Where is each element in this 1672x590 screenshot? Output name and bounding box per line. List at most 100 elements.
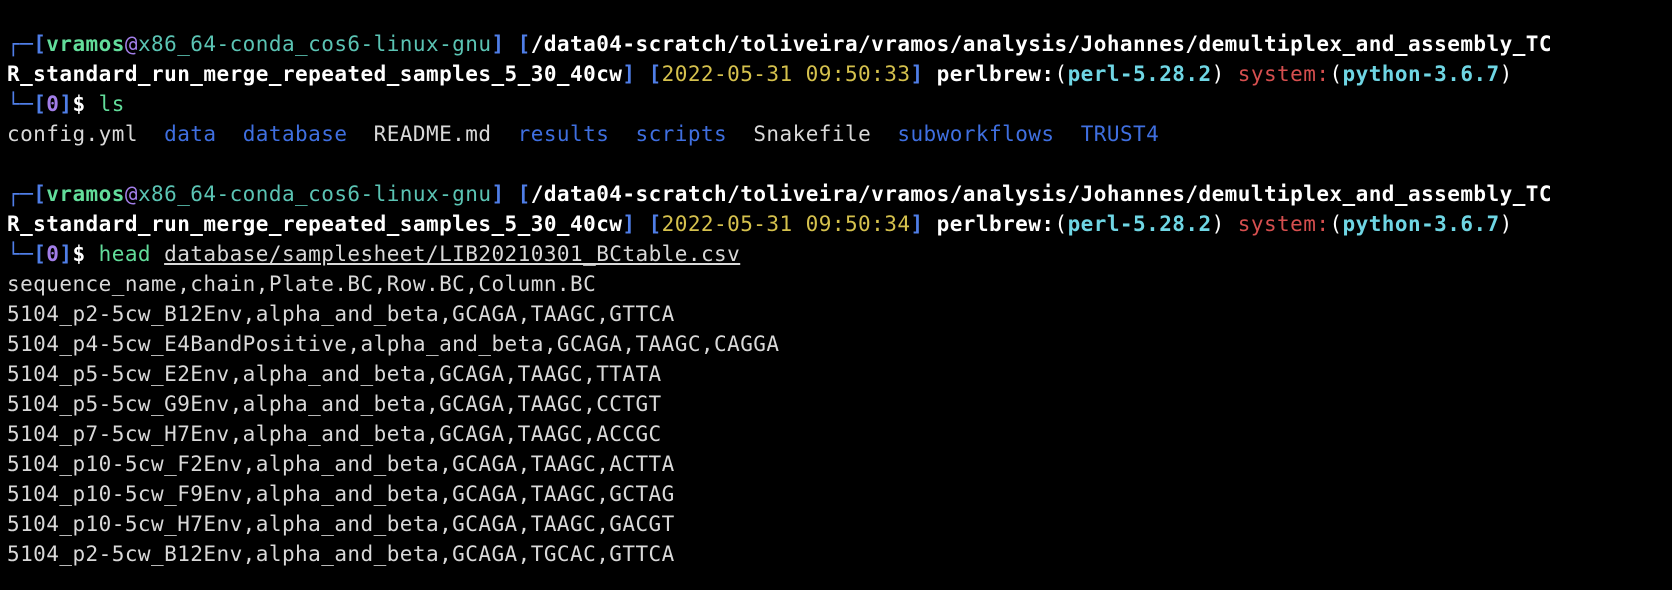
file-entry: config.yml [7,122,138,146]
box-corner-bottom: └─ [7,242,34,266]
open-bracket: [ [33,32,47,56]
box-corner-bottom: └─ [7,92,34,116]
prompt-at: @ [124,32,138,56]
csv-output-line: sequence_name,chain,Plate.BC,Row.BC,Colu… [7,272,597,296]
directory-entry: data [164,122,217,146]
open-bracket: [ [517,32,531,56]
file-entry: README.md [373,122,492,146]
separator [217,122,243,146]
close-paren: ) [1211,212,1225,236]
exit-code: 0 [46,242,60,266]
close-bracket: ] [910,212,924,236]
exit-code: 0 [46,92,60,116]
directory-entry: results [517,122,610,146]
prompt-datetime: 2022-05-31 09:50:34 [661,212,911,236]
separator [491,122,517,146]
close-bracket: ] [910,62,924,86]
prompt-datetime: 2022-05-31 09:50:33 [661,62,911,86]
prompt-dollar: $ [72,92,86,116]
csv-output-line: 5104_p5-5cw_G9Env,alpha_and_beta,GCAGA,T… [7,392,662,416]
separator [727,122,753,146]
file-entry: Snakefile [753,122,872,146]
python-version: python-3.6.7 [1342,212,1500,236]
prompt-line-1: ┌─[vramos@x86_64-conda_cos6-linux-gnu] [… [7,179,1672,209]
separator [1055,122,1081,146]
open-bracket: [ [33,92,47,116]
close-paren: ) [1499,62,1513,86]
perl-version: perl-5.28.2 [1067,62,1212,86]
close-bracket: ] [491,182,505,206]
box-corner-top: ┌─ [7,182,34,206]
prompt-user: vramos [46,182,125,206]
command-text[interactable]: head [99,242,151,266]
csv-output-line: 5104_p4-5cw_E4BandPositive,alpha_and_bet… [7,332,780,356]
command-text[interactable]: ls [99,92,125,116]
prompt-host: x86_64-conda_cos6-linux-gnu [137,182,492,206]
csv-output-line: 5104_p10-5cw_F9Env,alpha_and_beta,GCAGA,… [7,482,675,506]
open-bracket: [ [648,212,662,236]
directory-entry: scripts [635,122,728,146]
close-bracket: ] [491,32,505,56]
prompt-user: vramos [46,32,125,56]
prompt-line-2: R_standard_run_merge_repeated_samples_5_… [7,209,1672,239]
close-bracket: ] [622,62,636,86]
csv-output-line: 5104_p7-5cw_H7Env,alpha_and_beta,GCAGA,T… [7,422,662,446]
perl-version: perl-5.28.2 [1067,212,1212,236]
close-paren: ) [1499,212,1513,236]
python-version: python-3.6.7 [1342,62,1500,86]
directory-entry: database [242,122,348,146]
separator [138,122,164,146]
box-corner-top: ┌─ [7,32,34,56]
close-bracket: ] [622,212,636,236]
open-paren: ( [1329,62,1343,86]
prompt-line-1: ┌─[vramos@x86_64-conda_cos6-linux-gnu] [… [7,29,1672,59]
system-label: system: [1237,62,1330,86]
prompt-line-2: R_standard_run_merge_repeated_samples_5_… [7,59,1672,89]
prompt-command-line[interactable]: └─[0]$ head database/samplesheet/LIB2021… [7,239,1672,269]
open-bracket: [ [33,182,47,206]
close-paren: ) [1211,62,1225,86]
perlbrew-label: perlbrew: [936,212,1055,236]
close-bracket: ] [59,92,73,116]
separator [871,122,897,146]
close-bracket: ] [59,242,73,266]
prompt-path: /data04-scratch/toliveira/vramos/analysi… [530,32,1552,56]
open-paren: ( [1054,212,1068,236]
prompt-host: x86_64-conda_cos6-linux-gnu [137,32,492,56]
csv-output-line: 5104_p5-5cw_E2Env,alpha_and_beta,GCAGA,T… [7,362,662,386]
ls-output-line: config.yml data database README.md resul… [7,119,1672,149]
open-paren: ( [1054,62,1068,86]
csv-output-line: 5104_p2-5cw_B12Env,alpha_and_beta,GCAGA,… [7,302,675,326]
prompt-command-line[interactable]: └─[0]$ ls [7,89,1672,119]
open-bracket: [ [517,182,531,206]
separator [609,122,635,146]
prompt-at: @ [124,182,138,206]
prompt-path: /data04-scratch/toliveira/vramos/analysi… [530,182,1552,206]
directory-entry: TRUST4 [1080,122,1160,146]
open-bracket: [ [648,62,662,86]
prompt-path-continued: R_standard_run_merge_repeated_samples_5_… [7,212,623,236]
csv-output-line: 5104_p10-5cw_F2Env,alpha_and_beta,GCAGA,… [7,452,675,476]
prompt-dollar: $ [72,242,86,266]
directory-entry: subworkflows [897,122,1055,146]
csv-output-line: 5104_p10-5cw_H7Env,alpha_and_beta,GCAGA,… [7,512,675,536]
command-argument[interactable]: database/samplesheet/LIB20210301_BCtable… [164,242,740,266]
perlbrew-label: perlbrew: [936,62,1055,86]
csv-output-line: 5104_p2-5cw_B12Env,alpha_and_beta,GCAGA,… [7,542,675,566]
open-paren: ( [1329,212,1343,236]
prompt-path-continued: R_standard_run_merge_repeated_samples_5_… [7,62,623,86]
system-label: system: [1237,212,1330,236]
separator [347,122,373,146]
terminal-window[interactable]: ┌─[vramos@x86_64-conda_cos6-linux-gnu] [… [0,0,1672,590]
